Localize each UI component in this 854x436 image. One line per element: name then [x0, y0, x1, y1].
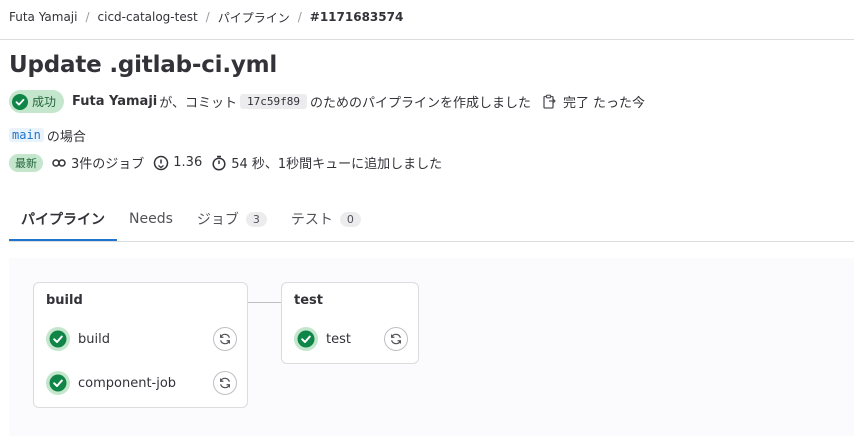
job-name: test	[326, 331, 351, 347]
status-success-icon	[294, 327, 318, 351]
stage-title: build	[46, 293, 83, 308]
retry-button[interactable]	[384, 327, 408, 351]
ref-line: main の場合	[9, 126, 86, 145]
stage-build: build build component-job	[33, 282, 248, 408]
retry-button[interactable]	[213, 327, 237, 351]
page-title: Update .gitlab-ci.yml	[9, 52, 278, 78]
tab-jobs[interactable]: ジョブ 3	[185, 199, 279, 239]
tab-label: テスト	[290, 212, 333, 228]
job-build[interactable]: build	[46, 324, 237, 354]
status-success-icon	[46, 371, 70, 395]
tab-label: パイプライン	[21, 212, 105, 228]
author-link[interactable]: Futa Yamaji	[72, 94, 157, 109]
breadcrumb-separator: /	[297, 10, 302, 24]
tab-tests[interactable]: テスト 0	[279, 199, 373, 239]
tab-label: ジョブ	[196, 212, 239, 228]
latest-badge: 最新	[9, 153, 43, 172]
stage-test: test test	[281, 282, 419, 364]
queued-text: 54 秒、1秒間キューに追加しました	[231, 157, 443, 172]
timer-icon	[154, 155, 169, 170]
retry-icon	[220, 333, 230, 345]
tab-label: Needs	[129, 211, 173, 227]
duration: 1.36	[153, 155, 202, 171]
retry-icon	[391, 333, 401, 345]
status-success-icon	[46, 327, 70, 351]
commit-prefix-text: が、コミット	[159, 96, 237, 111]
queued: 54 秒、1秒間キューに追加しました	[211, 153, 442, 172]
status-success-icon	[12, 93, 28, 110]
tab-needs[interactable]: Needs	[117, 199, 185, 239]
pipeline-meta: 成功 Futa Yamaji が、コミット 17c59f89 のためのパイプライ…	[9, 90, 645, 113]
commit-sha-link[interactable]: 17c59f89	[240, 94, 307, 109]
jobs-count-text: 3件のジョブ	[71, 157, 145, 172]
jobs-count: 3件のジョブ	[51, 153, 144, 172]
completed-text: 完了	[563, 96, 590, 111]
clipboard-icon[interactable]	[541, 94, 557, 110]
pipeline-created-text: のためのパイプラインを作成しました	[309, 96, 531, 111]
job-test[interactable]: test	[294, 324, 408, 354]
breadcrumb-pipelines[interactable]: パイプライン	[218, 9, 290, 26]
job-component-job[interactable]: component-job	[46, 368, 237, 398]
header-divider	[0, 39, 854, 40]
stage-connector	[248, 302, 281, 303]
job-name: build	[78, 331, 110, 347]
breadcrumb-separator: /	[205, 10, 210, 24]
breadcrumb-pipeline-id[interactable]: #1171683574	[310, 10, 404, 24]
tab-count-badge: 0	[339, 211, 361, 227]
status-badge[interactable]: 成功	[9, 90, 65, 113]
ref-suffix: の場合	[46, 129, 86, 145]
retry-button[interactable]	[213, 371, 237, 395]
tabs-divider	[9, 241, 854, 242]
duration-text: 1.36	[173, 155, 203, 170]
pipeline-icon	[52, 158, 66, 167]
tab-pipeline[interactable]: パイプライン	[9, 199, 117, 241]
stopwatch-icon	[212, 155, 226, 171]
status-label: 成功	[32, 95, 57, 109]
pipeline-info: 最新 3件のジョブ 1.36 54 秒、1秒間キューに追加しました	[9, 153, 451, 172]
retry-icon	[220, 377, 230, 389]
breadcrumb-project[interactable]: cicd-catalog-test	[98, 10, 198, 24]
pipeline-tabs: パイプライン Needs ジョブ 3 テスト 0	[9, 199, 373, 241]
breadcrumb: Futa Yamaji / cicd-catalog-test / パイプライン…	[9, 8, 403, 26]
branch-link[interactable]: main	[9, 128, 44, 142]
tab-count-badge: 3	[245, 211, 267, 227]
time-ago: たった今	[593, 96, 646, 111]
stage-title: test	[294, 293, 323, 308]
breadcrumb-user[interactable]: Futa Yamaji	[9, 10, 77, 24]
job-name: component-job	[78, 375, 177, 391]
breadcrumb-separator: /	[85, 10, 90, 24]
